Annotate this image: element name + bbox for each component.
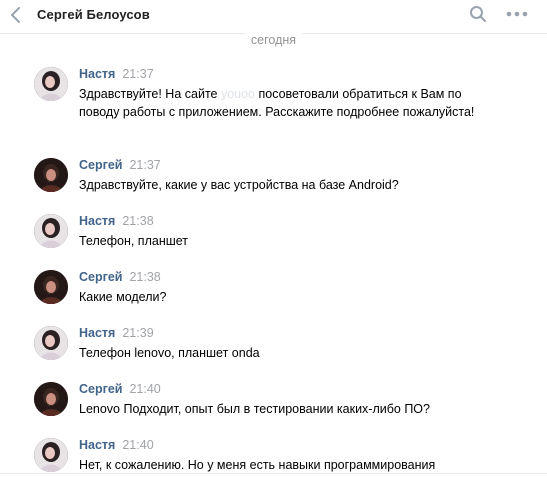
message-time[interactable]: 21:39 (122, 326, 153, 340)
message-time[interactable]: 21:37 (129, 158, 160, 172)
date-divider: сегодня (0, 33, 547, 47)
avatar[interactable] (34, 326, 68, 360)
redacted-site-name: youoo (220, 87, 256, 101)
avatar[interactable] (34, 158, 68, 192)
message-text: Какие модели? (79, 290, 167, 304)
chat-title[interactable]: Сергей Белоусов (37, 7, 150, 22)
composer-divider (0, 473, 547, 474)
message-header: Настя 21:40 (79, 438, 154, 453)
date-divider-label: сегодня (244, 33, 303, 47)
chat-header: Сергей Белоусов (0, 0, 547, 34)
message-text: Здравствуйте! На сайте youoo посоветовал… (79, 85, 479, 121)
avatar[interactable] (34, 214, 68, 248)
message-text: Телефон lenovo, планшет onda (79, 346, 260, 360)
chevron-left-icon[interactable] (8, 5, 26, 25)
message-author[interactable]: Сергей (79, 382, 122, 396)
message-header: Сергей 21:40 (79, 382, 161, 397)
message-time[interactable]: 21:40 (122, 438, 153, 452)
message-text: Телефон, планшет (79, 234, 189, 248)
search-icon[interactable] (468, 4, 488, 24)
message-header: Настя 21:38 (79, 214, 154, 229)
message-text: Lenovo Подходит, опыт был в тестировании… (79, 402, 430, 416)
message-author[interactable]: Настя (79, 214, 115, 228)
avatar[interactable] (34, 270, 68, 304)
message-time[interactable]: 21:38 (129, 270, 160, 284)
message-author[interactable]: Сергей (79, 270, 122, 284)
avatar[interactable] (34, 438, 68, 472)
message-header: Сергей 21:38 (79, 270, 161, 285)
more-dots-icon[interactable] (505, 6, 529, 22)
message-time[interactable]: 21:40 (129, 382, 160, 396)
message-text: Нет, к сожалению. Но у меня есть навыки … (79, 458, 436, 472)
message-time[interactable]: 21:37 (122, 67, 153, 81)
message-header: Настя 21:37 (79, 67, 154, 82)
avatar[interactable] (34, 67, 68, 101)
message-text-part: Здравствуйте! На сайте (79, 87, 221, 101)
chat-window: Сергей Белоусов сегодня Настя 21:37 Здра… (0, 0, 547, 477)
message-author[interactable]: Настя (79, 326, 115, 340)
avatar[interactable] (34, 382, 68, 416)
message-header: Сергей 21:37 (79, 158, 161, 173)
message-author[interactable]: Настя (79, 67, 115, 81)
message-author[interactable]: Сергей (79, 158, 122, 172)
message-author[interactable]: Настя (79, 438, 115, 452)
message-time[interactable]: 21:38 (122, 214, 153, 228)
message-header: Настя 21:39 (79, 326, 154, 341)
message-text: Здравствуйте, какие у вас устройства на … (79, 178, 399, 192)
